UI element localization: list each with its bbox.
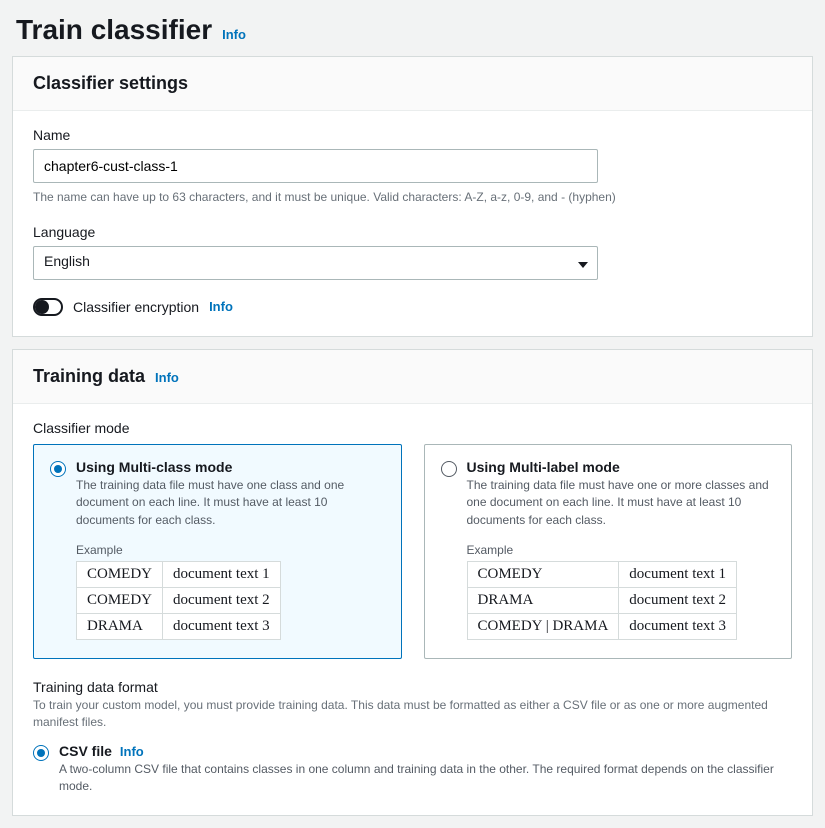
training-format-help: To train your custom model, you must pro… xyxy=(33,697,792,731)
multiclass-example-table: COMEDYdocument text 1 COMEDYdocument tex… xyxy=(76,561,281,640)
radio-multilabel[interactable] xyxy=(441,461,457,477)
mode-multilabel-title: Using Multi-label mode xyxy=(467,459,776,475)
mode-multiclass-desc: The training data file must have one cla… xyxy=(76,477,385,529)
classifier-settings-panel: Classifier settings Name The name can ha… xyxy=(12,56,813,337)
mode-multiclass-title: Using Multi-class mode xyxy=(76,459,385,475)
page-title: Train classifier xyxy=(16,14,212,46)
mode-card-multilabel[interactable]: Using Multi-label mode The training data… xyxy=(424,444,793,659)
table-row: COMEDYdocument text 2 xyxy=(77,587,281,613)
multilabel-example-table: COMEDYdocument text 1 DRAMAdocument text… xyxy=(467,561,737,640)
language-select[interactable]: English xyxy=(33,246,598,280)
training-data-title: Training data xyxy=(33,366,145,387)
radio-csv[interactable] xyxy=(33,745,49,761)
encryption-info-link[interactable]: Info xyxy=(209,299,233,314)
mode-card-multiclass[interactable]: Using Multi-class mode The training data… xyxy=(33,444,402,659)
table-row: COMEDYdocument text 1 xyxy=(467,561,736,587)
training-data-panel: Training data Info Classifier mode Using… xyxy=(12,349,813,817)
multiclass-example-label: Example xyxy=(76,543,385,557)
name-label: Name xyxy=(33,127,792,143)
table-row: COMEDYdocument text 1 xyxy=(77,561,281,587)
classifier-settings-title: Classifier settings xyxy=(33,73,188,94)
format-csv-title: CSV file xyxy=(59,743,112,759)
training-info-link[interactable]: Info xyxy=(155,370,179,385)
table-row: COMEDY | DRAMAdocument text 3 xyxy=(467,613,736,639)
table-row: DRAMAdocument text 2 xyxy=(467,587,736,613)
format-csv-info-link[interactable]: Info xyxy=(120,744,144,759)
classifier-mode-label: Classifier mode xyxy=(33,420,792,436)
table-row: DRAMAdocument text 3 xyxy=(77,613,281,639)
language-label: Language xyxy=(33,224,792,240)
name-input[interactable] xyxy=(33,149,598,183)
page-info-link[interactable]: Info xyxy=(222,27,246,42)
encryption-label: Classifier encryption xyxy=(73,299,199,315)
format-csv-desc: A two-column CSV file that contains clas… xyxy=(59,761,792,796)
multilabel-example-label: Example xyxy=(467,543,776,557)
radio-multiclass[interactable] xyxy=(50,461,66,477)
encryption-toggle[interactable] xyxy=(33,298,63,316)
name-help-text: The name can have up to 63 characters, a… xyxy=(33,189,792,206)
training-format-label: Training data format xyxy=(33,679,792,695)
mode-multilabel-desc: The training data file must have one or … xyxy=(467,477,776,529)
